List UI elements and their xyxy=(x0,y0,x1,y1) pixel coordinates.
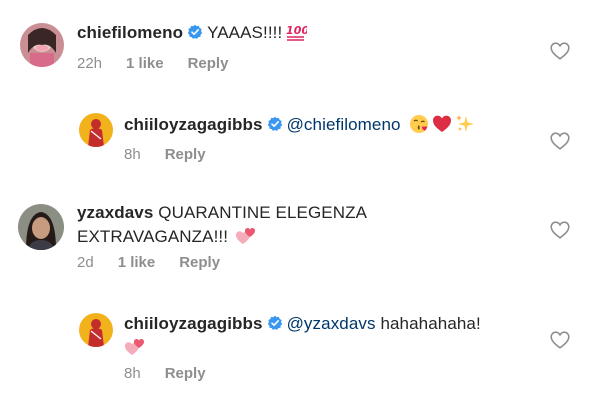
timestamp[interactable]: 8h xyxy=(124,146,141,163)
timestamp[interactable]: 8h xyxy=(124,365,141,382)
reply-button[interactable]: Reply xyxy=(165,146,206,163)
avatar[interactable] xyxy=(79,113,113,147)
verified-badge-icon xyxy=(267,314,283,330)
username[interactable]: chiiloyzagagibbs xyxy=(124,314,263,333)
like-heart-icon[interactable] xyxy=(550,221,570,239)
face-blowing-kiss-emoji xyxy=(409,114,429,134)
like-count[interactable]: 1 like xyxy=(118,254,156,271)
like-heart-icon[interactable] xyxy=(550,331,570,349)
like-heart-icon[interactable] xyxy=(550,132,570,150)
sparkles-emoji xyxy=(455,114,475,134)
comment-text-line-2: EXTRAVAGANZA!!! xyxy=(77,227,229,246)
reply-button[interactable]: Reply xyxy=(165,365,206,382)
username[interactable]: yzaxdavs xyxy=(77,203,153,222)
username[interactable]: chiefilomeno xyxy=(77,23,183,42)
avatar[interactable] xyxy=(18,204,64,250)
comment-meta: 2d 1 like Reply xyxy=(77,254,220,271)
comment-text: YAAAS!!!! xyxy=(207,23,283,42)
mention-link[interactable]: @yzaxdavs xyxy=(287,314,376,333)
username[interactable]: chiiloyzagagibbs xyxy=(124,115,263,134)
avatar[interactable] xyxy=(20,23,64,67)
comment-text-line-1: QUARANTINE ELEGENZA xyxy=(158,203,368,222)
timestamp[interactable]: 2d xyxy=(77,254,94,271)
timestamp[interactable]: 22h xyxy=(77,55,102,72)
two-hearts-emoji xyxy=(235,226,257,246)
reply-comment-item: chiiloyzagagibbs @chiefilomeno 8h Reply xyxy=(0,100,600,180)
mention-link[interactable]: @chiefilomeno xyxy=(287,115,401,134)
reply-button[interactable]: Reply xyxy=(188,55,229,72)
comment-text: hahahahaha! xyxy=(380,314,481,333)
comment-meta: 8h Reply xyxy=(124,146,206,163)
hundred-points-emoji: 100 xyxy=(285,22,307,42)
verified-badge-icon xyxy=(267,115,283,131)
comment-item: yzaxdavs QUARANTINE ELEGENZA EXTRAVAGANZ… xyxy=(0,190,600,290)
like-count[interactable]: 1 like xyxy=(126,55,164,72)
comment-body: yzaxdavs QUARANTINE ELEGENZA EXTRAVAGANZ… xyxy=(77,201,507,249)
verified-badge-icon xyxy=(187,23,203,39)
svg-text:100: 100 xyxy=(286,24,307,37)
comment-item: chiefilomeno YAAAS!!!! 100 22h 1 like Reply xyxy=(0,0,600,90)
red-heart-emoji xyxy=(432,114,452,134)
comments-thread: chiefilomeno YAAAS!!!! 100 22h 1 like Reply … xyxy=(0,0,600,405)
comment-body: chiiloyzagagibbs @yzaxdavs hahahahaha! xyxy=(124,312,524,360)
avatar[interactable] xyxy=(79,313,113,347)
comment-meta: 22h 1 like Reply xyxy=(77,55,228,72)
like-heart-icon[interactable] xyxy=(550,42,570,60)
comment-meta: 8h Reply xyxy=(124,365,206,382)
two-hearts-emoji xyxy=(124,337,146,357)
reply-button[interactable]: Reply xyxy=(179,254,220,271)
comment-body: chiefilomeno YAAAS!!!! 100 xyxy=(77,21,307,45)
reply-comment-item: chiiloyzagagibbs @yzaxdavs hahahahaha! 8h… xyxy=(0,300,600,405)
comment-body: chiiloyzagagibbs @chiefilomeno xyxy=(124,113,475,137)
